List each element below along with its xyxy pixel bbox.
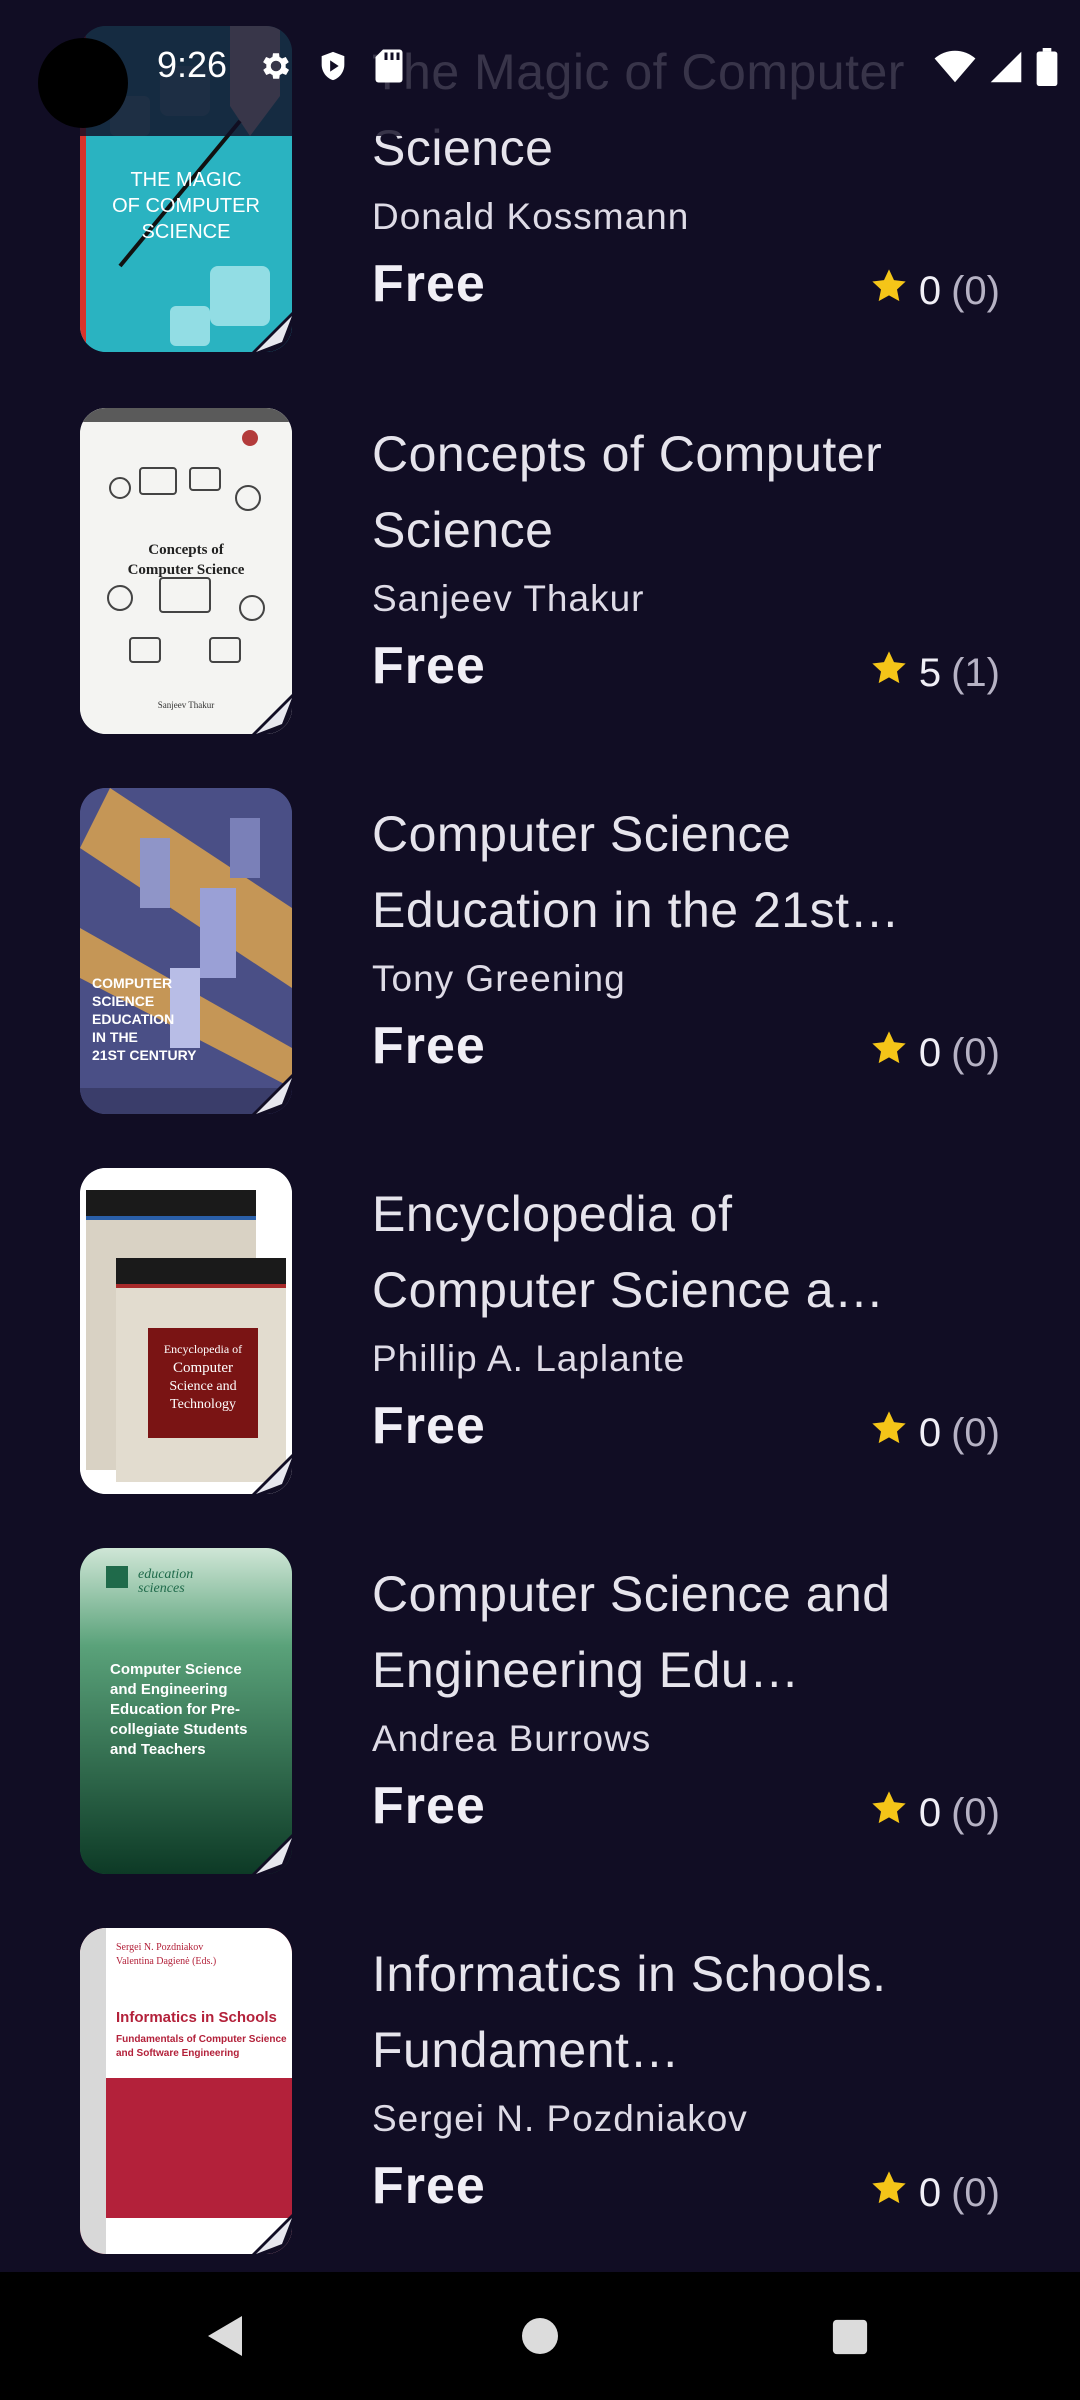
- status-bar: 9:26: [0, 0, 1080, 136]
- book-cover: COMPUTER SCIENCE EDUCATION IN THE 21ST C…: [80, 788, 292, 1114]
- rating-value: 0: [918, 1030, 942, 1075]
- sd-card-icon: [374, 48, 404, 89]
- page-curl-icon: [252, 1074, 292, 1114]
- book-author: Tony Greening: [372, 958, 626, 999]
- svg-text:THE MAGIC: THE MAGIC: [130, 169, 241, 191]
- page-curl-icon: [252, 312, 292, 352]
- rating-count: (0): [951, 268, 1000, 313]
- svg-text:Fundamentals of Computer Scien: Fundamentals of Computer Science: [116, 2034, 287, 2045]
- svg-text:education: education: [138, 1567, 193, 1582]
- svg-text:IN THE: IN THE: [92, 1029, 138, 1045]
- page-curl-icon: [252, 1834, 292, 1874]
- book-title: Encyclopedia of Computer Science a…: [372, 1186, 885, 1318]
- book-cover: education sciences Computer Science and …: [80, 1548, 292, 1874]
- book-price: Free: [372, 1017, 486, 1075]
- navigation-bar: [0, 2272, 1080, 2400]
- svg-text:and Engineering: and Engineering: [110, 1681, 228, 1698]
- book-title: Computer Science Education in the 21st…: [372, 806, 900, 938]
- svg-text:COMPUTER: COMPUTER: [92, 975, 172, 991]
- book-price: Free: [372, 1777, 486, 1835]
- book-price: Free: [372, 1397, 486, 1455]
- star-icon: [869, 648, 909, 698]
- status-icons-right: [934, 48, 1058, 91]
- book-rating: 0 (0): [869, 1028, 1000, 1078]
- recents-icon[interactable]: [830, 2318, 870, 2361]
- svg-text:Education for Pre-: Education for Pre-: [110, 1701, 240, 1718]
- page-curl-icon: [252, 694, 292, 734]
- rating-value: 5: [918, 650, 942, 695]
- rating-value: 0: [918, 1790, 942, 1835]
- book-list-item[interactable]: Concepts of Computer Science Sanjeev Tha…: [0, 408, 1080, 788]
- book-list-item[interactable]: Encyclopedia of Computer Science and Tec…: [0, 1168, 1080, 1548]
- signal-icon: [988, 50, 1024, 89]
- svg-text:21ST CENTURY: 21ST CENTURY: [92, 1047, 197, 1063]
- svg-text:OF COMPUTER: OF COMPUTER: [112, 195, 260, 217]
- book-price: Free: [372, 255, 486, 313]
- svg-text:Sergei N. Pozdniakov: Sergei N. Pozdniakov: [116, 1942, 203, 1953]
- book-list-item[interactable]: COMPUTER SCIENCE EDUCATION IN THE 21ST C…: [0, 788, 1080, 1168]
- rating-count: (0): [951, 1030, 1000, 1075]
- svg-text:SCIENCE: SCIENCE: [142, 221, 231, 243]
- svg-text:sciences: sciences: [138, 1581, 185, 1596]
- svg-text:Encyclopedia of: Encyclopedia of: [164, 1342, 242, 1356]
- svg-text:Computer Science: Computer Science: [128, 562, 245, 578]
- svg-text:collegiate Students: collegiate Students: [110, 1721, 248, 1738]
- rating-count: (1): [951, 650, 1000, 695]
- battery-icon: [1036, 48, 1058, 91]
- svg-text:Computer: Computer: [173, 1360, 233, 1376]
- star-icon: [869, 1788, 909, 1838]
- book-list-item[interactable]: Sergei N. Pozdniakov Valentina Dagienė (…: [0, 1928, 1080, 2308]
- status-time: 9:26: [157, 44, 228, 85]
- book-title: Concepts of Computer Science: [372, 426, 883, 558]
- rating-value: 0: [918, 1410, 942, 1455]
- back-icon[interactable]: [205, 2314, 247, 2363]
- svg-text:SCIENCE: SCIENCE: [92, 993, 154, 1009]
- wifi-icon: [934, 50, 976, 89]
- book-cover: Encyclopedia of Computer Science and Tec…: [80, 1168, 292, 1494]
- book-cover: Sergei N. Pozdniakov Valentina Dagienė (…: [80, 1928, 292, 2254]
- rating-count: (0): [951, 2170, 1000, 2215]
- book-rating: 0 (0): [869, 1788, 1000, 1838]
- book-rating: 0 (0): [869, 266, 1000, 316]
- book-author: Phillip A. Laplante: [372, 1338, 686, 1379]
- book-title: Informatics in Schools. Fundament…: [372, 1946, 887, 2078]
- svg-text:EDUCATION: EDUCATION: [92, 1011, 174, 1027]
- book-rating: 5 (1): [869, 648, 1000, 698]
- star-icon: [869, 2168, 909, 2218]
- svg-text:and Teachers: and Teachers: [110, 1741, 206, 1758]
- star-icon: [869, 1408, 909, 1458]
- rating-value: 0: [918, 268, 942, 313]
- book-cover: Concepts of Computer Science Sanjeev Tha…: [80, 408, 292, 734]
- rating-count: (0): [951, 1790, 1000, 1835]
- book-title: Computer Science and Engineering Edu…: [372, 1566, 891, 1698]
- svg-text:Concepts of: Concepts of: [148, 542, 224, 558]
- shield-icon: [316, 48, 350, 89]
- book-author: Sanjeev Thakur: [372, 578, 645, 619]
- book-price: Free: [372, 2157, 486, 2215]
- book-rating: 0 (0): [869, 2168, 1000, 2218]
- svg-text:and Software Engineering: and Software Engineering: [116, 2048, 239, 2059]
- svg-text:Valentina Dagienė (Eds.): Valentina Dagienė (Eds.): [116, 1956, 216, 1967]
- camera-cutout: [38, 38, 128, 128]
- star-icon: [869, 266, 909, 316]
- svg-text:Technology: Technology: [170, 1397, 236, 1412]
- star-icon: [869, 1028, 909, 1078]
- rating-count: (0): [951, 1410, 1000, 1455]
- book-price: Free: [372, 637, 486, 695]
- svg-text:Informatics in Schools: Informatics in Schools: [116, 2009, 277, 2026]
- home-icon[interactable]: [520, 2316, 560, 2361]
- svg-text:Science and: Science and: [169, 1379, 236, 1394]
- book-author: Sergei N. Pozdniakov: [372, 2098, 748, 2139]
- rating-value: 0: [918, 2170, 942, 2215]
- book-list-item[interactable]: education sciences Computer Science and …: [0, 1548, 1080, 1928]
- svg-text:Sanjeev Thakur: Sanjeev Thakur: [158, 700, 215, 710]
- page-curl-icon: [252, 2214, 292, 2254]
- book-author: Donald Kossmann: [372, 196, 690, 237]
- svg-text:Computer Science: Computer Science: [110, 1661, 242, 1678]
- book-rating: 0 (0): [869, 1408, 1000, 1458]
- settings-icon: [258, 48, 294, 89]
- book-author: Andrea Burrows: [372, 1718, 652, 1759]
- page-curl-icon: [252, 1454, 292, 1494]
